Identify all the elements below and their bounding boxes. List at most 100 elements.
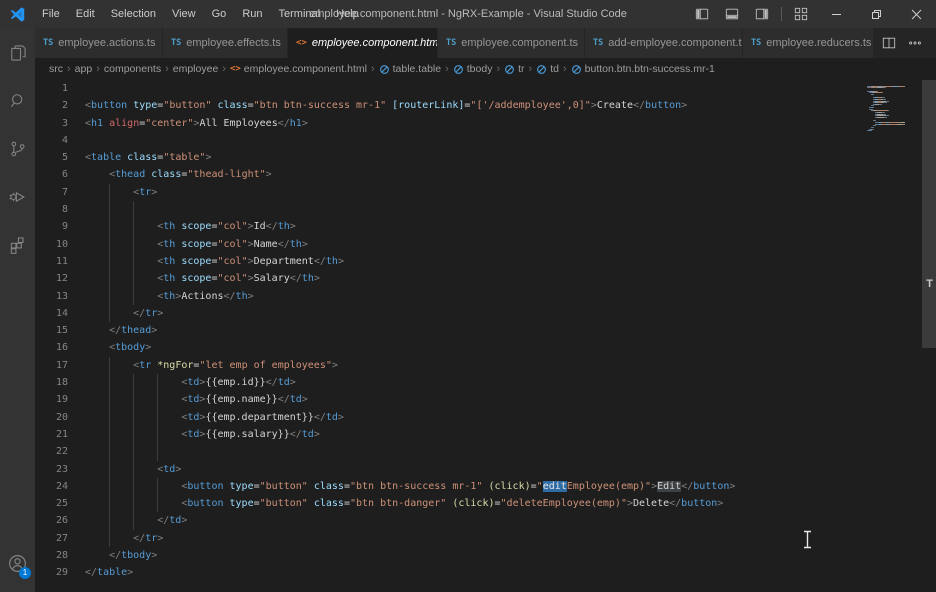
line-number: 13 (35, 288, 82, 305)
customize-layout-icon[interactable] (786, 0, 816, 28)
minimap[interactable] (867, 84, 905, 144)
code-line: </td> (85, 512, 866, 529)
titlebar-divider (781, 7, 782, 21)
close-window-button[interactable] (896, 0, 936, 28)
menu-go[interactable]: Go (204, 0, 235, 28)
breadcrumb-separator-icon: › (371, 63, 375, 75)
toggle-sidebar-icon[interactable] (687, 0, 717, 28)
restore-button[interactable] (856, 0, 896, 28)
menu-run[interactable]: Run (234, 0, 270, 28)
line-number: 6 (35, 166, 82, 183)
breadcrumb-item[interactable]: components (104, 63, 161, 75)
menu-selection[interactable]: Selection (103, 0, 164, 28)
code-line (85, 201, 866, 218)
more-actions-icon[interactable] (902, 28, 928, 58)
accounts-icon[interactable]: 1 (0, 546, 35, 581)
code-lines: <button type="button" class="btn btn-suc… (85, 80, 866, 582)
toggle-panel-icon[interactable] (717, 0, 747, 28)
tab-employee.component.html[interactable]: <>employee.component.html× (288, 28, 438, 58)
line-number: 17 (35, 357, 82, 374)
line-number: 20 (35, 409, 82, 426)
breadcrumb-item[interactable]: button.btn.btn-success.mr-1 (571, 63, 715, 75)
minimap-line (867, 87, 886, 88)
ts-file-icon: TS (446, 38, 456, 48)
scrollbar-thumb[interactable] (922, 80, 936, 348)
breadcrumb-item[interactable]: td (536, 63, 559, 75)
line-number: 12 (35, 270, 82, 287)
line-number: 4 (35, 132, 82, 149)
code-editor[interactable]: 1234567891011121314151617181920212223242… (35, 80, 936, 592)
line-number: 8 (35, 201, 82, 218)
line-number: 22 (35, 443, 82, 460)
breadcrumb-label: tr (518, 63, 524, 75)
code-line: <tr> (85, 184, 866, 201)
line-number: 7 (35, 184, 82, 201)
code-line: <th scope="col">Name</th> (85, 236, 866, 253)
line-number: 26 (35, 512, 82, 529)
code-line: <button type="button" class="btn btn-suc… (85, 478, 866, 495)
mouse-ibeam-cursor (801, 529, 814, 550)
search-icon[interactable] (0, 83, 35, 118)
symbol-element-icon (504, 64, 515, 75)
menu-file[interactable]: File (34, 0, 68, 28)
code-line: <td> (85, 461, 866, 478)
line-number: 21 (35, 426, 82, 443)
breadcrumb-separator-icon: › (496, 63, 500, 75)
ts-file-icon: TS (751, 38, 761, 48)
line-number: 25 (35, 495, 82, 512)
breadcrumb-separator-icon: › (165, 63, 169, 75)
line-number: 14 (35, 305, 82, 322)
code-line: <th>Actions</th> (85, 288, 866, 305)
split-editor-icon[interactable] (876, 28, 902, 58)
breadcrumb-item[interactable]: table.table (379, 63, 441, 75)
code-line: </table> (85, 564, 866, 581)
tab-employee.effects.ts[interactable]: TSemployee.effects.ts (163, 28, 288, 58)
code-line (85, 132, 866, 149)
breadcrumb-item[interactable]: employee (173, 63, 219, 75)
tab-label: add-employee.component.ts (608, 37, 743, 49)
menu-edit[interactable]: Edit (68, 0, 103, 28)
tab-employee.reducers.ts[interactable]: TSemployee.reducers.ts (743, 28, 874, 58)
code-line: <table class="table"> (85, 149, 866, 166)
account-badge: 1 (19, 567, 31, 579)
editor-scrollbar[interactable]: T (922, 80, 936, 592)
menu-view[interactable]: View (164, 0, 204, 28)
minimap-line (867, 130, 871, 131)
tab-employee.actions.ts[interactable]: TSemployee.actions.ts (35, 28, 163, 58)
line-number: 29 (35, 564, 82, 581)
ts-file-icon: TS (171, 38, 181, 48)
breadcrumb-label: tbody (467, 63, 493, 75)
tab-label: employee.actions.ts (58, 37, 155, 49)
toggle-secondary-sidebar-icon[interactable] (747, 0, 777, 28)
line-number: 11 (35, 253, 82, 270)
minimize-button[interactable] (816, 0, 856, 28)
line-number: 1 (35, 80, 82, 97)
breadcrumb-item[interactable]: tbody (453, 63, 493, 75)
breadcrumb-item[interactable]: tr (504, 63, 524, 75)
breadcrumb-item[interactable]: app (75, 63, 93, 75)
code-line: </tr> (85, 305, 866, 322)
symbol-element-icon (536, 64, 547, 75)
breadcrumb-label: td (550, 63, 559, 75)
settings-gear-icon[interactable] (0, 584, 35, 592)
breadcrumb-item[interactable]: src (49, 63, 63, 75)
extensions-icon[interactable] (0, 227, 35, 262)
code-line: </tr> (85, 530, 866, 547)
breadcrumb-label: employee (173, 63, 219, 75)
run-and-debug-icon[interactable] (0, 179, 35, 214)
code-line: <td>{{emp.name}}</td> (85, 391, 866, 408)
code-line: <tbody> (85, 339, 866, 356)
source-control-icon[interactable] (0, 131, 35, 166)
tab-employee.component.ts[interactable]: TSemployee.component.ts (438, 28, 585, 58)
window-controls (687, 0, 936, 28)
tab-add-employee.component.ts[interactable]: TSadd-employee.component.ts (585, 28, 743, 58)
code-line: <td>{{emp.salary}}</td> (85, 426, 866, 443)
breadcrumb-separator-icon: › (445, 63, 449, 75)
line-number: 5 (35, 149, 82, 166)
line-number: 16 (35, 339, 82, 356)
code-line (85, 80, 866, 97)
explorer-icon[interactable] (0, 35, 35, 70)
vscode-logo-icon (9, 6, 26, 23)
breadcrumb-item[interactable]: <>employee.component.html (230, 63, 367, 75)
breadcrumb-separator-icon: › (563, 63, 567, 75)
